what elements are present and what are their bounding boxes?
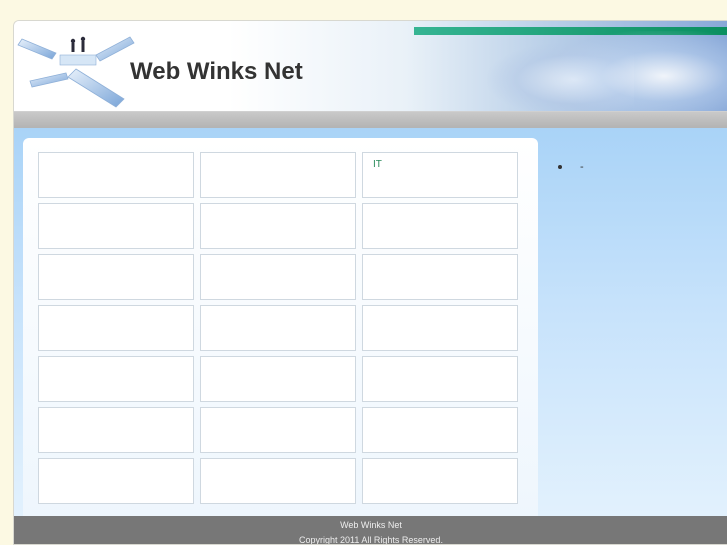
content-area: IT - (14, 128, 727, 523)
grid-cell[interactable] (200, 203, 356, 249)
sidebar-list-item[interactable]: - (554, 161, 714, 173)
site-footer: Web Winks Net Copyright 2011 All Rights … (14, 516, 727, 545)
grid-cell-it[interactable]: IT (362, 152, 518, 198)
page-frame: Web Winks Net IT - Web Winks Net Copyrig… (13, 20, 727, 545)
grid-cell[interactable] (362, 254, 518, 300)
grid-cell[interactable] (362, 356, 518, 402)
grid-cell[interactable] (38, 254, 194, 300)
footer-copyright: Copyright 2011 All Rights Reserved. (299, 535, 443, 545)
grid-cell[interactable] (362, 407, 518, 453)
grid-cell[interactable] (38, 203, 194, 249)
sidebar: - (554, 161, 714, 173)
footer-site-name: Web Winks Net (340, 520, 402, 530)
sidebar-item-label: - (580, 161, 584, 173)
grid-cell[interactable] (200, 407, 356, 453)
sidebar-list: - (554, 161, 714, 173)
grid-cell[interactable] (200, 356, 356, 402)
nav-bar (14, 111, 727, 128)
site-title[interactable]: Web Winks Net (130, 58, 303, 86)
grid-cell[interactable] (362, 203, 518, 249)
grid-cell[interactable] (362, 458, 518, 504)
grid-cell[interactable] (200, 254, 356, 300)
grid-cell[interactable] (200, 305, 356, 351)
grid-cell[interactable] (38, 458, 194, 504)
grid-cell[interactable] (38, 356, 194, 402)
grid-cell[interactable] (362, 305, 518, 351)
grid-cell[interactable] (38, 152, 194, 198)
bullet-icon (558, 165, 562, 169)
link-grid: IT (38, 152, 518, 504)
main-panel: IT (23, 138, 538, 523)
grid-cell[interactable] (38, 407, 194, 453)
logo-arrows-icon[interactable] (16, 29, 136, 109)
grid-cell[interactable] (200, 458, 356, 504)
header-light-glow (554, 31, 727, 111)
grid-cell[interactable] (200, 152, 356, 198)
site-header: Web Winks Net (14, 21, 727, 111)
grid-cell[interactable] (38, 305, 194, 351)
